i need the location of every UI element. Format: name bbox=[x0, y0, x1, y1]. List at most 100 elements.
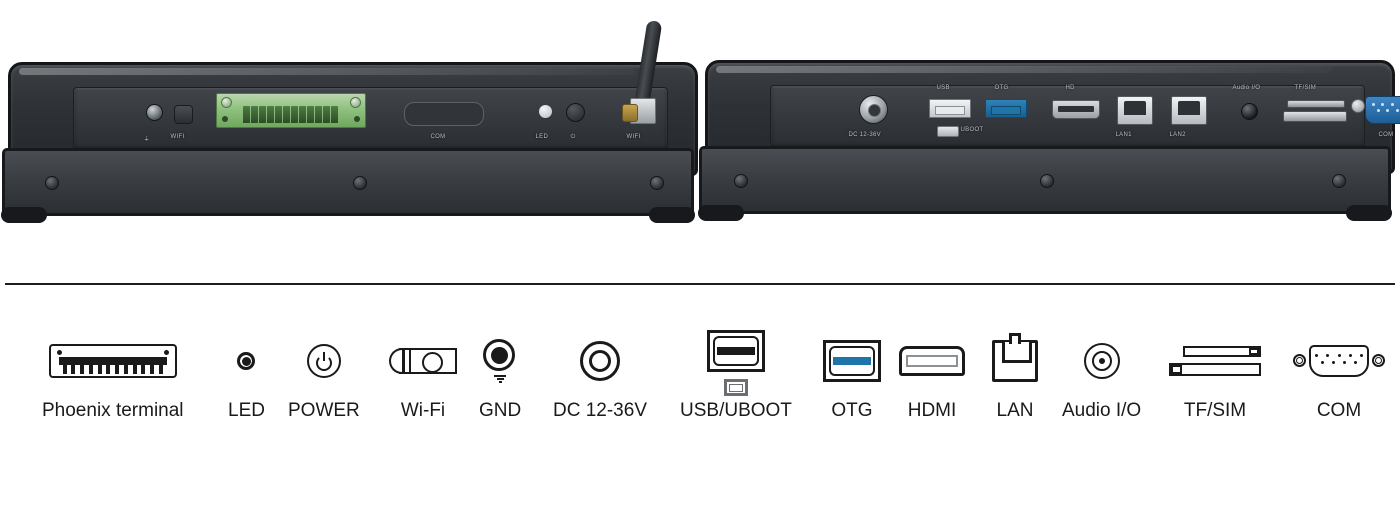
lan1-rj45-port bbox=[1116, 96, 1153, 125]
led-indicator bbox=[538, 105, 552, 118]
front-screw bbox=[650, 176, 664, 190]
legend-label: Audio I/O bbox=[1062, 400, 1142, 421]
com-db9-icon bbox=[1293, 330, 1385, 392]
legend-item-lan[interactable]: LAN bbox=[992, 330, 1038, 422]
io-plate-left: ⏚ WIFI COM LED ⏻ WIFI bbox=[72, 19, 668, 151]
power-button[interactable] bbox=[565, 103, 585, 122]
device-foot-left bbox=[698, 205, 744, 221]
phoenix-terminal-icon bbox=[48, 330, 177, 392]
legend-item-tfsim[interactable]: TF/SIM bbox=[1169, 330, 1261, 422]
legend-label: LED bbox=[228, 400, 265, 421]
device-label-otg: OTG bbox=[994, 85, 1009, 91]
device-label-led: LED bbox=[535, 134, 549, 140]
interface-legend: Phoenix terminal LED POWER Wi-Fi GND DC … bbox=[0, 330, 1400, 460]
legend-label: LAN bbox=[996, 400, 1034, 421]
phoenix-terminal-block bbox=[215, 93, 366, 128]
legend-item-power[interactable]: POWER bbox=[288, 330, 360, 422]
device-label-lan2: LAN2 bbox=[1169, 132, 1186, 138]
legend-item-dc[interactable]: DC 12-36V bbox=[553, 330, 647, 422]
legend-label: USB/UBOOT bbox=[680, 400, 792, 421]
dc-power-jack-icon bbox=[580, 330, 620, 392]
legend-label: Wi-Fi bbox=[400, 400, 446, 421]
device-label-wifi-antenna: WIFI bbox=[626, 134, 641, 140]
device-photo-right: DC 12-36V USB UBOOT OTG HD LAN1 LAN2 Aud… bbox=[698, 60, 1400, 232]
tf-card-slot bbox=[1286, 100, 1345, 108]
device-photo-left: ⏚ WIFI COM LED ⏻ WIFI bbox=[1, 19, 698, 230]
wifi-antenna-rod bbox=[633, 19, 662, 108]
device-front-slab-right bbox=[698, 146, 1392, 221]
ground-screw bbox=[145, 104, 163, 121]
audio-io-jack bbox=[1240, 103, 1258, 120]
lan-rj45-icon bbox=[992, 330, 1038, 392]
legend-label: Phoenix terminal bbox=[42, 400, 184, 421]
device-label-wifi-cap: WIFI bbox=[170, 134, 185, 140]
device-label-usb: USB bbox=[936, 85, 950, 91]
uboot-switch[interactable] bbox=[936, 126, 959, 137]
front-screw bbox=[734, 174, 748, 188]
otg-usb3-port bbox=[984, 99, 1027, 118]
legend-label: POWER bbox=[288, 400, 360, 421]
ground-icon bbox=[483, 330, 517, 392]
phoenix-screw-right bbox=[349, 97, 361, 108]
section-divider bbox=[5, 283, 1395, 285]
legend-item-usb-uboot[interactable]: USB/UBOOT bbox=[680, 330, 792, 422]
device-foot-right bbox=[649, 207, 695, 223]
wifi-antenna-nut bbox=[621, 104, 638, 122]
legend-label: DC 12-36V bbox=[553, 400, 647, 421]
front-screw bbox=[1040, 174, 1054, 188]
legend-label: GND bbox=[479, 400, 522, 421]
device-label-tfsim: TF/SIM bbox=[1294, 85, 1317, 91]
device-foot-left bbox=[1, 207, 47, 223]
legend-item-gnd[interactable]: GND bbox=[479, 330, 521, 422]
legend-item-audio[interactable]: Audio I/O bbox=[1062, 330, 1141, 422]
phoenix-hole-right bbox=[353, 116, 360, 122]
legend-item-led[interactable]: LED bbox=[228, 330, 265, 422]
front-screw bbox=[353, 176, 367, 190]
legend-label: COM bbox=[1316, 400, 1362, 421]
uboot-button-icon bbox=[723, 379, 748, 396]
legend-label: HDMI bbox=[907, 400, 957, 421]
device-front-slab-left bbox=[1, 148, 695, 223]
device-label-lan1: LAN1 bbox=[1115, 132, 1132, 138]
device-label-audio: Audio I/O bbox=[1232, 85, 1261, 91]
device-label-com-right: COM bbox=[1378, 132, 1394, 138]
usb-uboot-icon bbox=[706, 330, 765, 402]
front-screw bbox=[1332, 174, 1346, 188]
hdmi-port-icon bbox=[899, 330, 965, 392]
led-indicator-icon bbox=[237, 330, 256, 392]
phoenix-screw-left bbox=[220, 97, 232, 108]
device-label-dc: DC 12-36V bbox=[848, 132, 881, 138]
device-label-power: ⏻ bbox=[570, 134, 576, 140]
legend-item-wifi[interactable]: Wi-Fi bbox=[389, 330, 457, 422]
legend-item-phoenix-terminal[interactable]: Phoenix terminal bbox=[42, 330, 184, 422]
legend-label: OTG bbox=[831, 400, 873, 421]
wifi-blank-cap bbox=[173, 105, 193, 124]
interface-diagram-page: ⏚ WIFI COM LED ⏻ WIFI DC 12-36V USB UBOO… bbox=[0, 0, 1400, 508]
front-screw bbox=[45, 176, 59, 190]
device-label-com: COM bbox=[430, 134, 446, 140]
device-label-hdmi: HD bbox=[1065, 85, 1075, 91]
device-foot-right bbox=[1346, 205, 1392, 221]
phoenix-hole-left bbox=[221, 116, 228, 122]
device-label-gnd: ⏚ bbox=[143, 137, 150, 143]
legend-label: TF/SIM bbox=[1183, 400, 1247, 421]
io-plate-right: DC 12-36V USB UBOOT OTG HD LAN1 LAN2 Aud… bbox=[769, 85, 1400, 149]
com-port-outline bbox=[403, 102, 484, 126]
legend-item-com[interactable]: COM bbox=[1293, 330, 1385, 422]
otg-usb3-icon bbox=[823, 330, 881, 392]
usb-a-port bbox=[928, 99, 971, 118]
product-photo-area: ⏚ WIFI COM LED ⏻ WIFI DC 12-36V USB UBOO… bbox=[0, 0, 1400, 265]
tf-sim-card-icon bbox=[1169, 330, 1261, 392]
audio-jack-icon bbox=[1083, 330, 1120, 392]
dc-power-jack bbox=[858, 95, 888, 124]
device-label-uboot: UBOOT bbox=[960, 127, 984, 133]
com-db9-port bbox=[1364, 96, 1400, 124]
wifi-antenna-icon bbox=[389, 330, 457, 392]
db9-screw-left bbox=[1350, 99, 1365, 113]
legend-item-hdmi[interactable]: HDMI bbox=[899, 330, 965, 422]
sim-card-slot bbox=[1282, 111, 1347, 122]
power-button-icon bbox=[306, 330, 341, 392]
lan2-rj45-port bbox=[1170, 96, 1207, 125]
hdmi-port bbox=[1051, 100, 1100, 119]
legend-item-otg[interactable]: OTG bbox=[823, 330, 881, 422]
